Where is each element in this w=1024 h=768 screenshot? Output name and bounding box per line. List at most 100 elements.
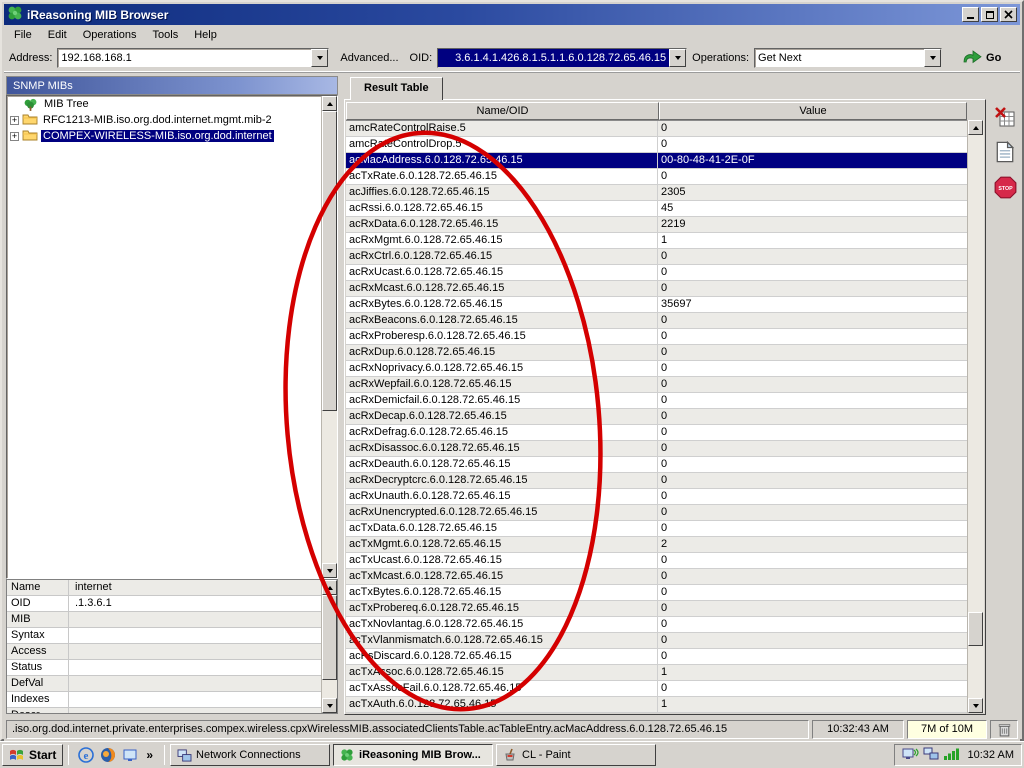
table-row[interactable]: acTxData.6.0.128.72.65.46.150 bbox=[346, 521, 967, 537]
table-row[interactable]: acTxProbereq.6.0.128.72.65.46.150 bbox=[346, 601, 967, 617]
expand-icon[interactable]: + bbox=[10, 132, 19, 141]
show-desktop-icon[interactable] bbox=[121, 747, 138, 764]
property-row[interactable]: Nameinternet bbox=[7, 580, 337, 596]
firefox-icon[interactable] bbox=[99, 747, 116, 764]
taskbar-button[interactable]: iReasoning MIB Brow... bbox=[333, 744, 493, 766]
scroll-up-icon[interactable] bbox=[322, 96, 337, 111]
table-row[interactable]: acRxCtrl.6.0.128.72.65.46.150 bbox=[346, 249, 967, 265]
memory-usage[interactable]: 7M of 10M bbox=[907, 720, 987, 739]
table-row[interactable]: acRxData.6.0.128.72.65.46.152219 bbox=[346, 217, 967, 233]
table-row[interactable]: acRxDecap.6.0.128.72.65.46.150 bbox=[346, 409, 967, 425]
internet-explorer-icon[interactable]: e bbox=[77, 747, 94, 764]
table-row[interactable]: amcRateControlRaise.50 bbox=[346, 121, 967, 137]
table-row[interactable]: acRxWepfail.6.0.128.72.65.46.150 bbox=[346, 377, 967, 393]
menu-operations[interactable]: Operations bbox=[75, 27, 145, 43]
cell-value: 2 bbox=[658, 537, 967, 552]
title-bar[interactable]: iReasoning MIB Browser bbox=[4, 4, 1020, 25]
start-button[interactable]: Start bbox=[2, 744, 63, 766]
table-row[interactable]: acRxProberesp.6.0.128.72.65.46.150 bbox=[346, 329, 967, 345]
table-row[interactable]: acTxVlanmismatch.6.0.128.72.65.46.150 bbox=[346, 633, 967, 649]
menu-tools[interactable]: Tools bbox=[145, 27, 187, 43]
minimize-button[interactable] bbox=[962, 7, 979, 22]
table-row[interactable]: acRxUcast.6.0.128.72.65.46.150 bbox=[346, 265, 967, 281]
go-button[interactable]: Go bbox=[961, 49, 1001, 67]
stop-icon[interactable]: STOP bbox=[993, 175, 1017, 199]
property-row[interactable]: MIB bbox=[7, 612, 337, 628]
tree-item[interactable]: MIB Tree bbox=[7, 96, 337, 112]
operations-combobox[interactable]: Get Next bbox=[754, 48, 942, 68]
property-row[interactable]: Access bbox=[7, 644, 337, 660]
operations-dropdown-icon[interactable] bbox=[924, 49, 941, 67]
scroll-down-icon[interactable] bbox=[968, 698, 983, 713]
table-row[interactable]: acRxNoprivacy.6.0.128.72.65.46.150 bbox=[346, 361, 967, 377]
table-row[interactable]: acTxMcast.6.0.128.72.65.46.150 bbox=[346, 569, 967, 585]
scroll-thumb[interactable] bbox=[968, 612, 983, 646]
menu-edit[interactable]: Edit bbox=[40, 27, 75, 43]
scroll-up-icon[interactable] bbox=[968, 120, 983, 135]
clear-table-icon[interactable] bbox=[993, 105, 1017, 129]
menu-file[interactable]: File bbox=[6, 27, 40, 43]
close-button[interactable] bbox=[1000, 7, 1017, 22]
menu-help[interactable]: Help bbox=[186, 27, 225, 43]
table-row[interactable]: acRxDisassoc.6.0.128.72.65.46.150 bbox=[346, 441, 967, 457]
maximize-button[interactable] bbox=[981, 7, 998, 22]
column-header-name-oid[interactable]: Name/OID bbox=[346, 102, 659, 120]
table-row[interactable]: acTxAuth.6.0.128.72.65.46.151 bbox=[346, 697, 967, 713]
property-row[interactable]: Indexes bbox=[7, 692, 337, 708]
scroll-down-icon[interactable] bbox=[322, 563, 337, 578]
table-row[interactable]: acRxBytes.6.0.128.72.65.46.1535697 bbox=[346, 297, 967, 313]
table-row[interactable]: acRxUnauth.6.0.128.72.65.46.150 bbox=[346, 489, 967, 505]
network-connection-icon[interactable] bbox=[923, 747, 939, 764]
table-row[interactable]: acRxUnencrypted.6.0.128.72.65.46.150 bbox=[346, 505, 967, 521]
property-row[interactable]: OID.1.3.6.1 bbox=[7, 596, 337, 612]
table-row[interactable]: acRxMcast.6.0.128.72.65.46.150 bbox=[346, 281, 967, 297]
scroll-thumb[interactable] bbox=[322, 111, 337, 411]
property-row[interactable]: DefVal bbox=[7, 676, 337, 692]
table-row[interactable]: acRxDefrag.6.0.128.72.65.46.150 bbox=[346, 425, 967, 441]
oid-dropdown-icon[interactable] bbox=[669, 49, 686, 67]
table-row[interactable]: acTxAssoc.6.0.128.72.65.46.151 bbox=[346, 665, 967, 681]
tab-result-table[interactable]: Result Table bbox=[350, 77, 443, 100]
property-row[interactable]: Descr bbox=[7, 708, 337, 714]
tree-item[interactable]: +RFC1213-MIB.iso.org.dod.internet.mgmt.m… bbox=[7, 112, 337, 128]
scroll-up-icon[interactable] bbox=[322, 580, 337, 595]
garbage-collect-button[interactable] bbox=[990, 720, 1018, 739]
table-row[interactable]: acTxMgmt.6.0.128.72.65.46.152 bbox=[346, 537, 967, 553]
table-row[interactable]: acRssi.6.0.128.72.65.46.1545 bbox=[346, 201, 967, 217]
expand-icon[interactable]: + bbox=[10, 116, 19, 125]
address-combobox[interactable]: 192.168.168.1 bbox=[57, 48, 329, 68]
chevron-more-icon[interactable]: » bbox=[143, 748, 156, 762]
properties-scrollbar[interactable] bbox=[321, 580, 337, 713]
table-row[interactable]: acRxBeacons.6.0.128.72.65.46.150 bbox=[346, 313, 967, 329]
signal-strength-icon[interactable] bbox=[943, 747, 961, 764]
wireless-monitor-icon[interactable] bbox=[902, 747, 919, 764]
tree-item[interactable]: +COMPEX-WIRELESS-MIB.iso.org.dod.interne… bbox=[7, 128, 337, 144]
address-dropdown-icon[interactable] bbox=[311, 49, 328, 67]
table-row[interactable]: acPsDiscard.6.0.128.72.65.46.150 bbox=[346, 649, 967, 665]
taskbar-button[interactable]: Network Connections bbox=[170, 744, 330, 766]
table-row[interactable]: acTxNovlantag.6.0.128.72.65.46.150 bbox=[346, 617, 967, 633]
table-scrollbar[interactable] bbox=[967, 120, 984, 713]
table-row[interactable]: acRxDemicfail.6.0.128.72.65.46.150 bbox=[346, 393, 967, 409]
table-row[interactable]: acMacAddress.6.0.128.72.65.46.1500-80-48… bbox=[346, 153, 967, 169]
table-row[interactable]: amcRateControlDrop.50 bbox=[346, 137, 967, 153]
scroll-down-icon[interactable] bbox=[322, 698, 337, 713]
table-row[interactable]: acTxAssocFail.6.0.128.72.65.46.150 bbox=[346, 681, 967, 697]
table-row[interactable]: acTxRate.6.0.128.72.65.46.150 bbox=[346, 169, 967, 185]
scroll-thumb[interactable] bbox=[322, 595, 337, 680]
table-row[interactable]: acTxUcast.6.0.128.72.65.46.150 bbox=[346, 553, 967, 569]
table-row[interactable]: acRxDecryptcrc.6.0.128.72.65.46.150 bbox=[346, 473, 967, 489]
table-row[interactable]: acJiffies.6.0.128.72.65.46.152305 bbox=[346, 185, 967, 201]
advanced-button[interactable]: Advanced... bbox=[334, 52, 404, 64]
oid-combobox[interactable]: 3.6.1.4.1.426.8.1.5.1.1.6.0.128.72.65.46… bbox=[437, 48, 687, 68]
property-row[interactable]: Status bbox=[7, 660, 337, 676]
table-row[interactable]: acTxBytes.6.0.128.72.65.46.150 bbox=[346, 585, 967, 601]
table-row[interactable]: acRxMgmt.6.0.128.72.65.46.151 bbox=[346, 233, 967, 249]
property-row[interactable]: Syntax bbox=[7, 628, 337, 644]
tree-scrollbar[interactable] bbox=[321, 96, 337, 578]
table-row[interactable]: acRxDeauth.6.0.128.72.65.46.150 bbox=[346, 457, 967, 473]
taskbar-button[interactable]: CL - Paint bbox=[496, 744, 656, 766]
new-document-icon[interactable] bbox=[993, 140, 1017, 164]
table-row[interactable]: acRxDup.6.0.128.72.65.46.150 bbox=[346, 345, 967, 361]
column-header-value[interactable]: Value bbox=[659, 102, 967, 120]
